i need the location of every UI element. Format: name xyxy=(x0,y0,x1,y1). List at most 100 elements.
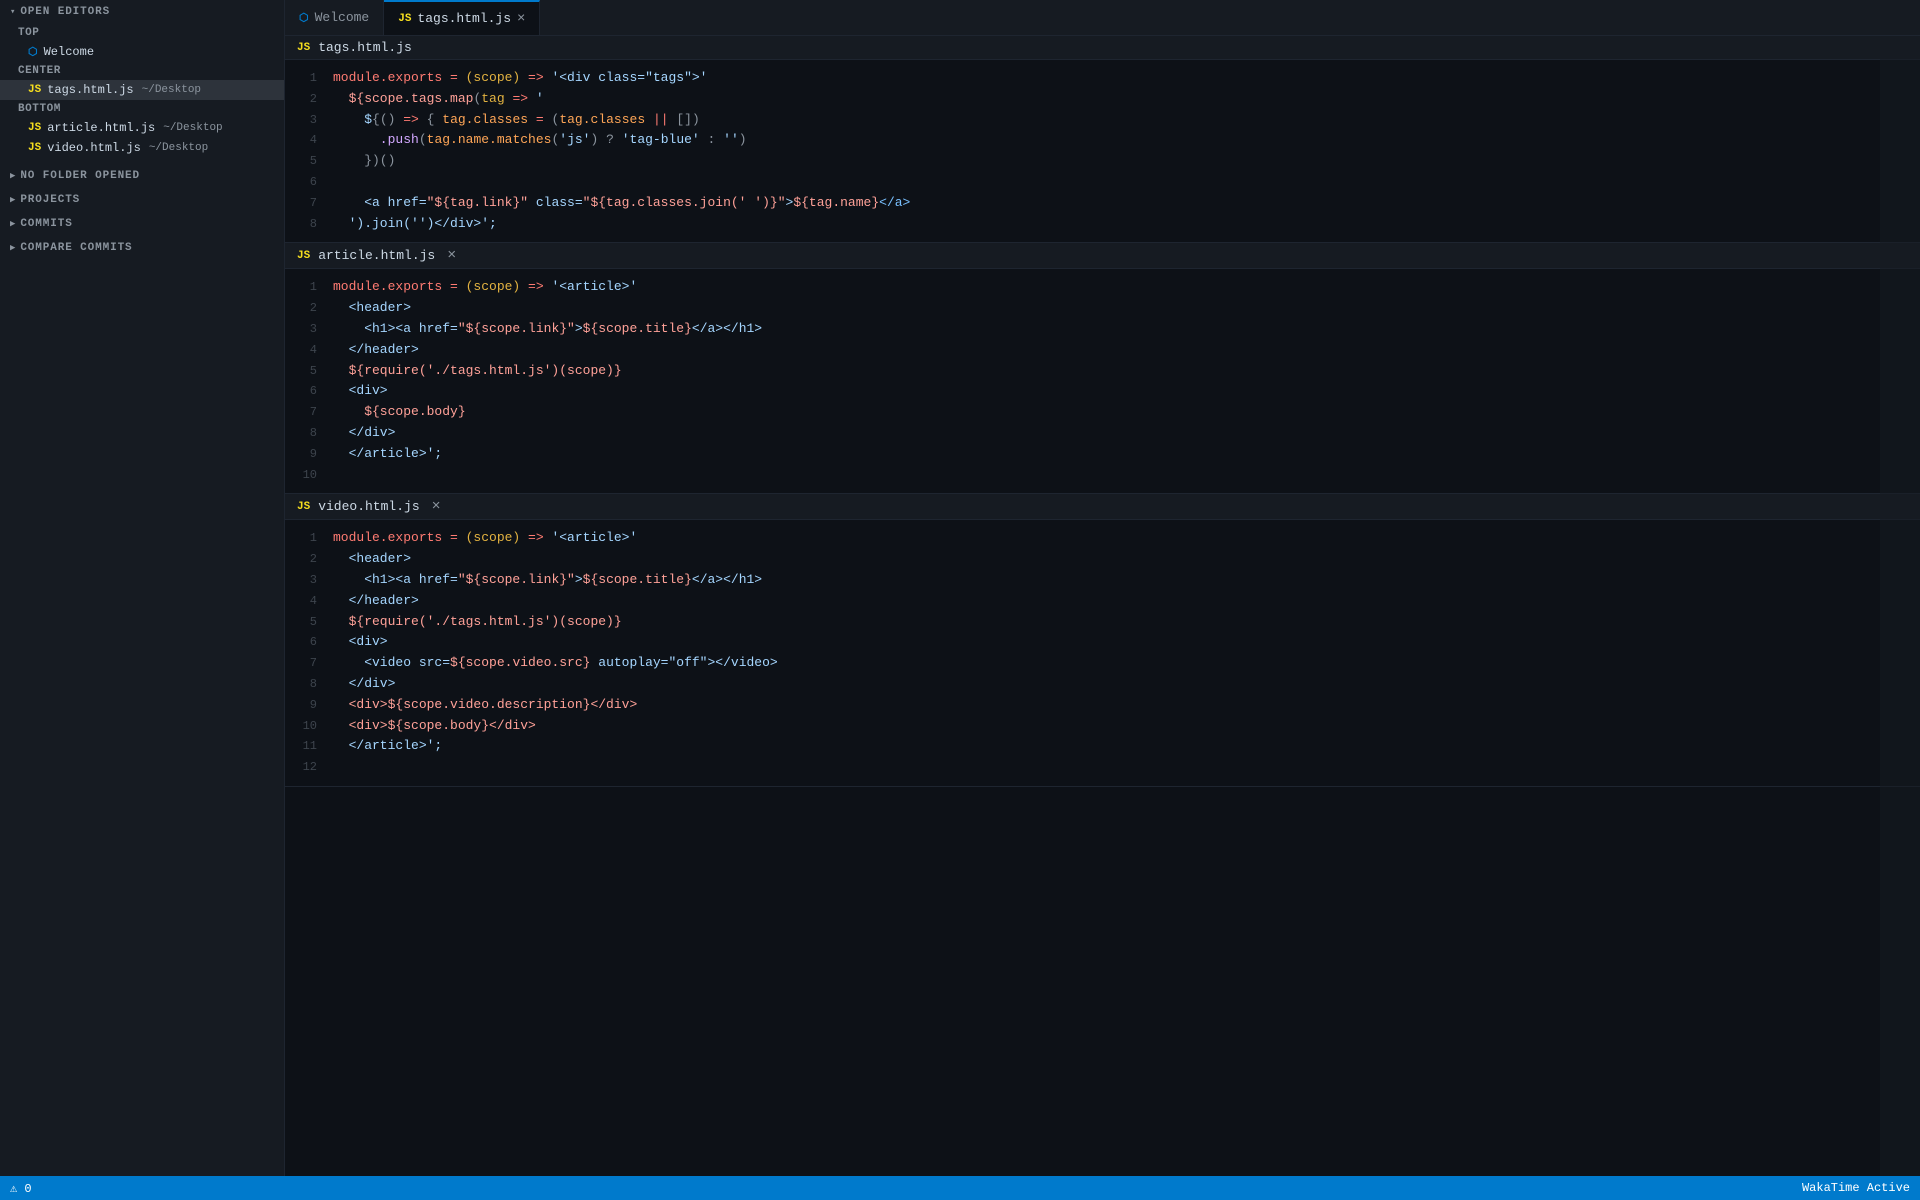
open-editors-arrow: ▾ xyxy=(10,7,16,17)
token: <h1><a href= xyxy=(333,321,458,336)
line-number: 1 xyxy=(285,69,333,88)
status-bar: ⚠ 0 WakaTime Active xyxy=(0,1176,1920,1200)
token: </header> xyxy=(333,593,419,608)
line-number: 2 xyxy=(285,550,333,569)
panel-header-1: JS article.html.js × xyxy=(285,243,1920,269)
sidebar-section-no-folder[interactable]: ▶ NO FOLDER OPENED xyxy=(0,164,284,188)
token: </div> xyxy=(333,425,395,440)
code-line: 9 <div>${scope.video.description}</div> xyxy=(285,695,1920,716)
panel-close-2[interactable]: × xyxy=(432,498,441,515)
vscode-icon: ⬡ xyxy=(28,45,38,59)
token: </a></h1> xyxy=(692,321,762,336)
file-item-video[interactable]: JS video.html.js ~/Desktop xyxy=(0,138,284,158)
line-content: module.exports = (scope) => '<div class=… xyxy=(333,68,1920,89)
editor-pane[interactable]: JStags.html.js1module.exports = (scope) … xyxy=(285,36,1920,1200)
line-number: 8 xyxy=(285,675,333,694)
code-line: 2 ${scope.tags.map(tag => ' xyxy=(285,89,1920,110)
tab-icon-tags: JS xyxy=(398,13,411,25)
token: class= xyxy=(528,195,583,210)
panel-icon-1: JS xyxy=(297,250,310,262)
file-item-tags[interactable]: JS tags.html.js ~/Desktop xyxy=(0,80,284,100)
token: : xyxy=(700,132,723,147)
code-line: 6 <div> xyxy=(285,632,1920,653)
token: </a></h1> xyxy=(692,572,762,587)
tab-label-tags: tags.html.js xyxy=(417,11,511,26)
line-content: ${scope.tags.map(tag => ' xyxy=(333,89,1920,110)
code-line: 1module.exports = (scope) => '<article>' xyxy=(285,528,1920,549)
token: <video src= xyxy=(333,655,450,670)
editor-panel-tagshtml.js: JStags.html.js1module.exports = (scope) … xyxy=(285,36,1920,243)
code-line: 8 </div> xyxy=(285,674,1920,695)
token: > xyxy=(575,572,583,587)
no-folder-arrow: ▶ xyxy=(10,171,16,181)
subsection-center: CENTER xyxy=(0,62,284,80)
line-number: 3 xyxy=(285,320,333,339)
code-line: 8 ').join('')</div>'; xyxy=(285,214,1920,235)
token: <div>${scope.body}</div> xyxy=(333,718,536,733)
line-number: 4 xyxy=(285,341,333,360)
token: = xyxy=(442,530,465,545)
file-item-article[interactable]: JS article.html.js ~/Desktop xyxy=(0,118,284,138)
token: = xyxy=(442,279,465,294)
line-number: 5 xyxy=(285,152,333,171)
token: ) ? xyxy=(591,132,622,147)
panel-filename-1: article.html.js xyxy=(318,248,435,263)
line-content: .push(tag.name.matches('js') ? 'tag-blue… xyxy=(333,130,1920,151)
panel-close-1[interactable]: × xyxy=(447,247,456,264)
line-content: ').join('')</div>'; xyxy=(333,214,1920,235)
line-content: })() xyxy=(333,151,1920,172)
token: ( xyxy=(419,132,427,147)
code-line: 6 <div> xyxy=(285,381,1920,402)
file-name-video: video.html.js xyxy=(47,141,141,155)
code-line: 5 ${require('./tags.html.js')(scope)} xyxy=(285,612,1920,633)
token: (scope) xyxy=(466,530,521,545)
line-content: </header> xyxy=(333,340,1920,361)
sidebar-section-commits[interactable]: ▶ COMMITS xyxy=(0,212,284,236)
code-block-2: 1module.exports = (scope) => '<article>'… xyxy=(285,520,1920,786)
sidebar-section-projects[interactable]: ▶ PROJECTS xyxy=(0,188,284,212)
code-line: 4 </header> xyxy=(285,591,1920,612)
tab-tags[interactable]: JS tags.html.js × xyxy=(384,0,540,35)
token: = xyxy=(442,70,465,85)
token: <div>${scope.video.description}</div> xyxy=(333,697,637,712)
token: => xyxy=(520,279,551,294)
line-content: <h1><a href="${scope.link}">${scope.titl… xyxy=(333,319,1920,340)
status-errors: ⚠ 0 xyxy=(10,1181,32,1196)
token: '<article>' xyxy=(551,530,637,545)
token: || xyxy=(645,112,676,127)
token: () xyxy=(380,112,396,127)
sidebar-section-open-editors[interactable]: ▾ OPEN EDITORS xyxy=(0,0,284,24)
line-number: 6 xyxy=(285,382,333,401)
tabs-bar: ⬡ Welcome JS tags.html.js × xyxy=(285,0,1920,36)
file-name-article: article.html.js xyxy=(47,121,155,135)
token: })() xyxy=(333,153,395,168)
tab-close-tags[interactable]: × xyxy=(517,12,525,26)
projects-label: PROJECTS xyxy=(20,194,80,206)
token: </div> xyxy=(333,676,395,691)
token: ${scope.body} xyxy=(333,404,466,419)
token: <div> xyxy=(333,634,388,649)
line-number: 2 xyxy=(285,299,333,318)
tab-welcome[interactable]: ⬡ Welcome xyxy=(285,0,384,35)
line-number: 9 xyxy=(285,696,333,715)
code-line: 3 ${() => { tag.classes = (tag.classes |… xyxy=(285,110,1920,131)
line-content xyxy=(333,172,1920,193)
line-content: <video src=${scope.video.src} autoplay="… xyxy=(333,653,1920,674)
token: 'js' xyxy=(559,132,590,147)
file-item-welcome[interactable]: ⬡ Welcome xyxy=(0,42,284,62)
compare-commits-label: COMPARE COMMITS xyxy=(20,242,132,254)
code-line: 1module.exports = (scope) => '<article>' xyxy=(285,277,1920,298)
file-path-video: ~/Desktop xyxy=(149,142,208,154)
sidebar-section-compare-commits[interactable]: ▶ COMPARE COMMITS xyxy=(0,236,284,260)
token: </article>'; xyxy=(333,446,442,461)
token: tag.name.matches xyxy=(427,132,552,147)
token: .push xyxy=(333,132,419,147)
token: ${scope.title} xyxy=(583,321,692,336)
line-number: 7 xyxy=(285,654,333,673)
line-content: <header> xyxy=(333,549,1920,570)
line-content: <header> xyxy=(333,298,1920,319)
token: </a> xyxy=(879,195,910,210)
token: autoplay="off"></video> xyxy=(590,655,777,670)
code-line: 4 </header> xyxy=(285,340,1920,361)
code-block-1: 1module.exports = (scope) => '<article>'… xyxy=(285,269,1920,493)
